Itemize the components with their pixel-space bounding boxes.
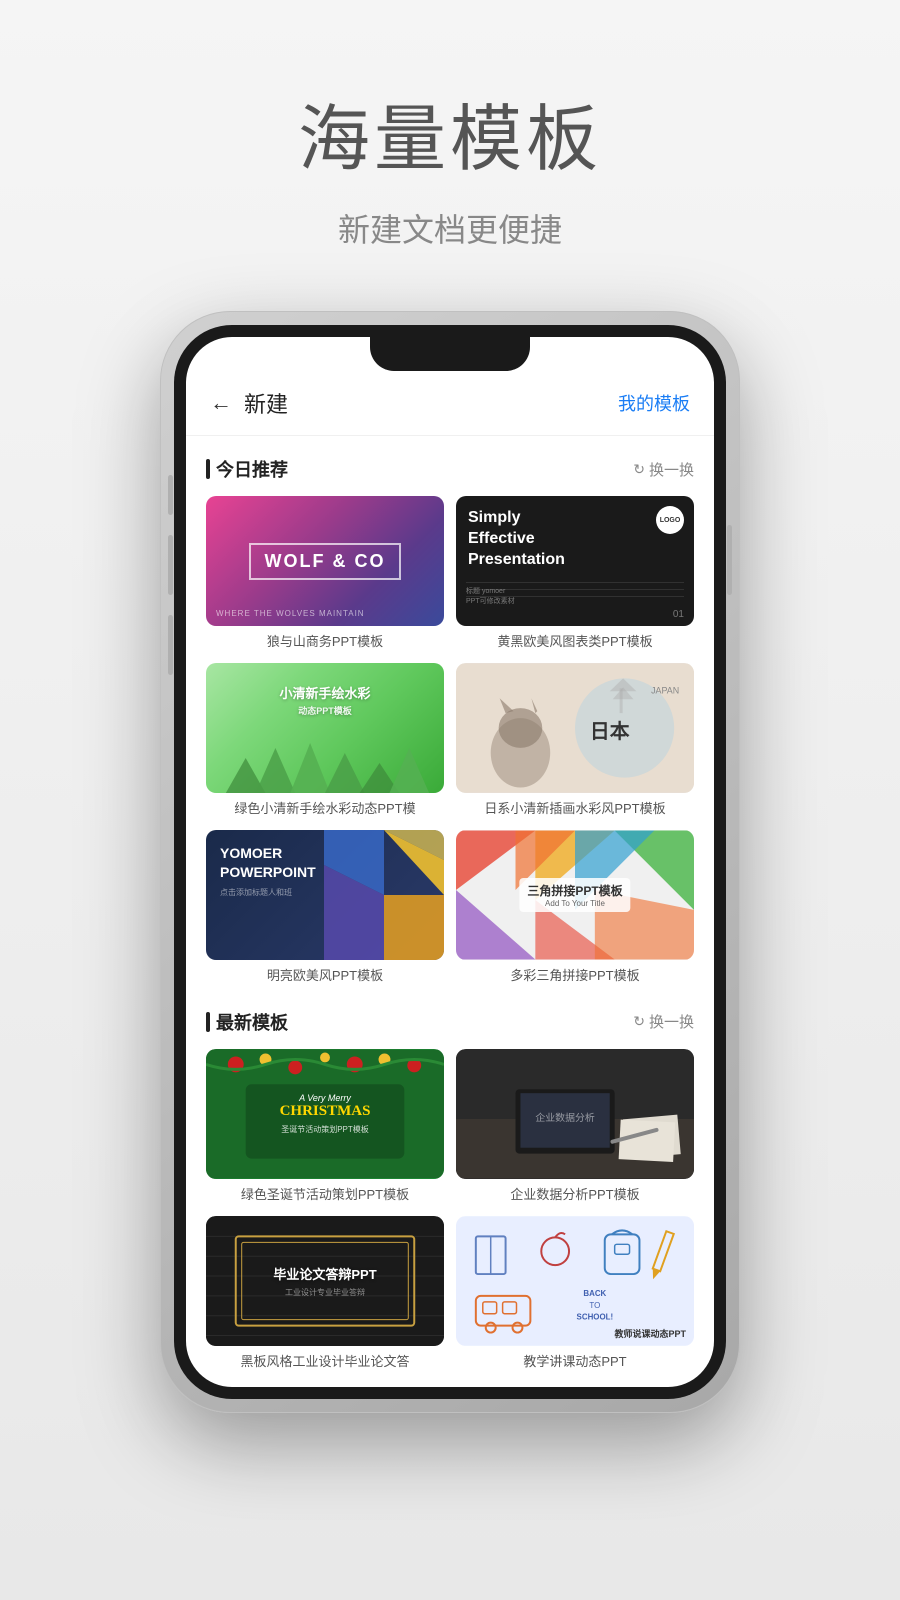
volume-down-button (168, 615, 173, 675)
template-japan-thumb: 日本 JAPAN (456, 663, 694, 793)
tri-sub-text: Add To Your Title (527, 899, 622, 908)
template-yomoer[interactable]: YOMOERPOWERPOINT 点击添加标题人和班 (206, 830, 444, 985)
watercolor-trees-svg (206, 728, 444, 793)
wolf-subtitle: WHERE THE WOLVES MAINTAIN (216, 609, 365, 618)
christmas-template-name: 绿色圣诞节活动策划PPT模板 (206, 1187, 444, 1204)
xmas-text: A Very Merry CHRISTMAS 圣诞节活动策划PPT模板 (280, 1093, 371, 1135)
wc-title: 小清新手绘水彩 动态PPT模板 (279, 683, 370, 717)
simply-logo: LOGO (656, 506, 684, 534)
svg-text:JAPAN: JAPAN (651, 685, 679, 695)
refresh-icon: ↻ (633, 461, 645, 478)
business-svg: 企业数据分析 (456, 1049, 694, 1179)
my-templates-link[interactable]: 我的模板 (618, 390, 690, 416)
wc-subtitle: 动态PPT模板 (298, 706, 352, 716)
triangle-overlay: 三角拼接PPT模板 Add To Your Title (519, 878, 630, 912)
template-watercolor[interactable]: 小清新手绘水彩 动态PPT模板 (206, 663, 444, 818)
template-simply-thumb: SimplyEffectivePresentation LOGO 标题 yomo… (456, 496, 694, 626)
yomoer-template-name: 明亮欧美风PPT模板 (206, 968, 444, 985)
power-button (727, 525, 732, 595)
simply-template-name: 黄黑欧美风图表类PPT模板 (456, 634, 694, 651)
phone-outer: ← 新建 我的模板 今日推荐 ↻ 换一换 (160, 311, 740, 1413)
template-simply[interactable]: SimplyEffectivePresentation LOGO 标题 yomo… (456, 496, 694, 651)
app-content: ← 新建 我的模板 今日推荐 ↻ 换一换 (186, 337, 714, 1387)
latest-section-header: 最新模板 ↻ 换一换 (206, 1009, 694, 1035)
phone-notch (370, 337, 530, 371)
latest-section-title: 最新模板 (206, 1009, 288, 1035)
business-template-name: 企业数据分析PPT模板 (456, 1187, 694, 1204)
tri-main-text: 三角拼接PPT模板 (527, 882, 622, 899)
svg-text:日本: 日本 (590, 720, 630, 743)
school-label: 教师说课动态PPT (614, 1327, 686, 1340)
thesis-content: 毕业论文答辩PPT 工业设计专业毕业答辩 (273, 1264, 376, 1298)
japan-template-name: 日系小清新插画水彩风PPT模板 (456, 801, 694, 818)
wolf-template-name: 狼与山商务PPT模板 (206, 634, 444, 651)
svg-text:BACK: BACK (583, 1288, 606, 1297)
back-button[interactable]: ← (210, 390, 232, 416)
today-template-grid: WOLF & CO WHERE THE WOLVES MAINTAIN 狼与山商… (206, 496, 694, 985)
today-section-header: 今日推荐 ↻ 换一换 (206, 456, 694, 482)
template-school[interactable]: BACK TO SCHOOL! 教师说课动态PPT 教学讲课动态PPT (456, 1216, 694, 1371)
mute-button (168, 475, 173, 515)
scroll-content[interactable]: 今日推荐 ↻ 换一换 WOLF & CO (186, 436, 714, 1387)
simply-label: 标题 yomoerPPT可修改素材 (466, 586, 515, 606)
template-yomoer-thumb: YOMOERPOWERPOINT 点击添加标题人和班 (206, 830, 444, 960)
page-header: 海量模板 新建文档更便捷 (298, 0, 602, 311)
simply-num: 01 (673, 609, 684, 620)
template-triangle[interactable]: 三角拼接PPT模板 Add To Your Title 多彩三角拼接PPT模板 (456, 830, 694, 985)
template-japan[interactable]: 日本 JAPAN (456, 663, 694, 818)
template-wolf-thumb: WOLF & CO WHERE THE WOLVES MAINTAIN (206, 496, 444, 626)
template-christmas[interactable]: A Very Merry CHRISTMAS 圣诞节活动策划PPT模板 绿色圣诞… (206, 1049, 444, 1204)
template-school-thumb: BACK TO SCHOOL! 教师说课动态PPT (456, 1216, 694, 1346)
triangle-template-name: 多彩三角拼接PPT模板 (456, 968, 694, 985)
school-template-name: 教学讲课动态PPT (456, 1354, 694, 1371)
today-refresh-button[interactable]: ↻ 换一换 (633, 459, 694, 480)
thesis-sub: 工业设计专业毕业答辩 (273, 1287, 376, 1298)
watercolor-template-name: 绿色小清新手绘水彩动态PPT模 (206, 801, 444, 818)
phone-screen: ← 新建 我的模板 今日推荐 ↻ 换一换 (186, 337, 714, 1387)
latest-refresh-button[interactable]: ↻ 换一换 (633, 1011, 694, 1032)
wolf-title: WOLF & CO (249, 543, 402, 580)
svg-text:SCHOOL!: SCHOOL! (577, 1312, 614, 1321)
svg-text:TO: TO (589, 1300, 600, 1309)
yomoer-shapes-svg (304, 830, 444, 960)
thesis-template-name: 黑板风格工业设计毕业论文答 (206, 1354, 444, 1371)
template-watercolor-thumb: 小清新手绘水彩 动态PPT模板 (206, 663, 444, 793)
latest-template-grid: A Very Merry CHRISTMAS 圣诞节活动策划PPT模板 绿色圣诞… (206, 1049, 694, 1371)
today-refresh-label: 换一换 (649, 459, 694, 480)
phone-mockup: ← 新建 我的模板 今日推荐 ↻ 换一换 (160, 311, 740, 1413)
template-triangle-thumb: 三角拼接PPT模板 Add To Your Title (456, 830, 694, 960)
template-business-thumb: 企业数据分析 (456, 1049, 694, 1179)
template-thesis[interactable]: 毕业论文答辩PPT 工业设计专业毕业答辩 黑板风格工业设计毕业论文答 (206, 1216, 444, 1371)
xmas-title: CHRISTMAS (280, 1103, 371, 1120)
japan-svg: 日本 JAPAN (456, 663, 694, 793)
thesis-title: 毕业论文答辩PPT (273, 1264, 376, 1283)
today-section: 今日推荐 ↻ 换一换 WOLF & CO (206, 456, 694, 985)
template-thesis-thumb: 毕业论文答辩PPT 工业设计专业毕业答辩 (206, 1216, 444, 1346)
latest-section: 最新模板 ↻ 换一换 (206, 1009, 694, 1371)
phone-inner: ← 新建 我的模板 今日推荐 ↻ 换一换 (174, 325, 726, 1399)
template-christmas-thumb: A Very Merry CHRISTMAS 圣诞节活动策划PPT模板 (206, 1049, 444, 1179)
volume-up-button (168, 535, 173, 595)
nav-title: 新建 (244, 387, 618, 419)
template-business[interactable]: 企业数据分析 企业数据分析PPT模板 (456, 1049, 694, 1204)
today-section-title: 今日推荐 (206, 456, 288, 482)
page-title: 海量模板 (298, 80, 602, 185)
template-wolf[interactable]: WOLF & CO WHERE THE WOLVES MAINTAIN 狼与山商… (206, 496, 444, 651)
page-subtitle: 新建文档更便捷 (298, 205, 602, 251)
latest-refresh-icon: ↻ (633, 1013, 645, 1030)
svg-text:企业数据分析: 企业数据分析 (535, 1111, 595, 1124)
latest-refresh-label: 换一换 (649, 1011, 694, 1032)
